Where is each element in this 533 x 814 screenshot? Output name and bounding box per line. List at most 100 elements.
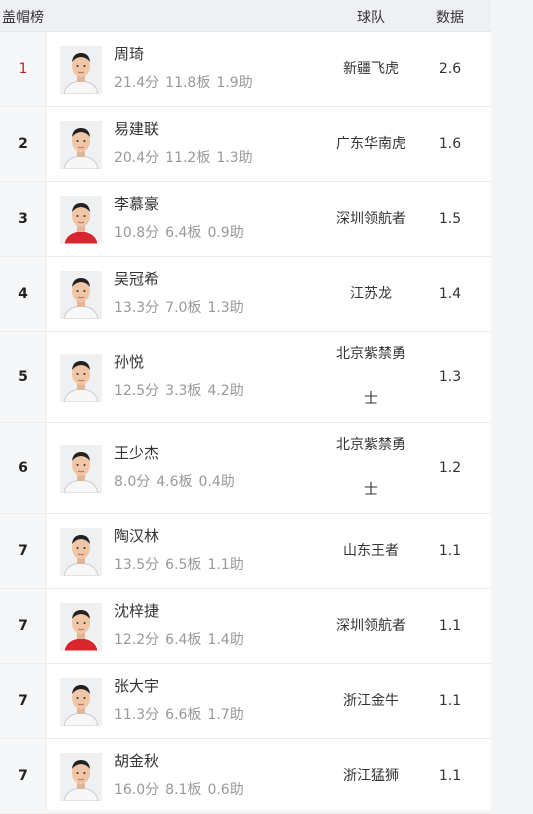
player-name[interactable]: 胡金秋 bbox=[114, 750, 159, 771]
player-averages: 12.2分 6.4板 1.4助 bbox=[114, 629, 250, 649]
blocks-per-game: 1.6 bbox=[438, 136, 462, 152]
table-header: 盖帽榜 球队 数据 bbox=[0, 0, 491, 32]
blocks-per-game: 1.1 bbox=[438, 768, 462, 784]
blocks-per-game: 1.4 bbox=[438, 286, 462, 302]
player-averages: 13.3分 7.0板 1.3助 bbox=[114, 297, 250, 317]
blocks-per-game: 1.1 bbox=[438, 618, 462, 634]
team-name[interactable]: 广东华南虎 bbox=[331, 122, 411, 167]
team-name[interactable]: 新疆飞虎 bbox=[331, 47, 411, 92]
rebounds-average: 11.2板 bbox=[165, 150, 211, 166]
points-average: 16.0分 bbox=[114, 782, 160, 798]
table-row[interactable]: 4 吴冠希 13.3分 7.0板 1.3助 江苏龙 1.4 bbox=[0, 257, 491, 332]
player-avatar[interactable] bbox=[60, 445, 102, 493]
rank-number: 7 bbox=[0, 739, 47, 813]
table-row[interactable]: 7 张大宇 11.3分 6.6板 1.7助 浙江金牛 1.1 bbox=[0, 664, 491, 739]
header-team-title: 球队 bbox=[357, 10, 385, 26]
player-name[interactable]: 王少杰 bbox=[114, 442, 159, 463]
team-name[interactable]: 深圳领航者 bbox=[331, 197, 411, 242]
rank-number: 7 bbox=[0, 589, 47, 663]
points-average: 8.0分 bbox=[114, 474, 151, 490]
rebounds-average: 6.4板 bbox=[165, 225, 202, 241]
rank-number: 7 bbox=[0, 514, 47, 588]
rebounds-average: 7.0板 bbox=[165, 300, 202, 316]
player-avatar[interactable] bbox=[60, 354, 102, 402]
team-name[interactable]: 深圳领航者 bbox=[331, 604, 411, 649]
points-average: 10.8分 bbox=[114, 225, 160, 241]
table-row[interactable]: 7 沈梓捷 12.2分 6.4板 1.4助 深圳领航者 1.1 bbox=[0, 589, 491, 664]
points-average: 12.2分 bbox=[114, 632, 160, 648]
table-row[interactable]: 5 孙悦 12.5分 3.3板 4.2助 北京紫禁勇士 1.3 bbox=[0, 332, 491, 423]
team-name[interactable]: 江苏龙 bbox=[331, 272, 411, 317]
rank-number: 5 bbox=[0, 332, 47, 422]
assists-average: 0.4助 bbox=[198, 474, 235, 490]
player-avatar[interactable] bbox=[60, 121, 102, 169]
header-stat-title: 数据 bbox=[436, 10, 464, 26]
assists-average: 4.2助 bbox=[207, 383, 244, 399]
player-name[interactable]: 周琦 bbox=[114, 43, 144, 64]
player-avatar[interactable] bbox=[60, 678, 102, 726]
player-averages: 11.3分 6.6板 1.7助 bbox=[114, 704, 250, 724]
player-avatar[interactable] bbox=[60, 271, 102, 319]
player-avatar[interactable] bbox=[60, 603, 102, 651]
points-average: 11.3分 bbox=[114, 707, 160, 723]
player-averages: 13.5分 6.5板 1.1助 bbox=[114, 554, 250, 574]
assists-average: 1.3助 bbox=[207, 300, 244, 316]
points-average: 20.4分 bbox=[114, 150, 160, 166]
rank-number: 6 bbox=[0, 423, 47, 513]
rebounds-average: 6.5板 bbox=[165, 557, 202, 573]
player-avatar[interactable] bbox=[60, 196, 102, 244]
player-name[interactable]: 张大宇 bbox=[114, 675, 159, 696]
rebounds-average: 3.3板 bbox=[165, 383, 202, 399]
player-averages: 21.4分 11.8板 1.9助 bbox=[114, 72, 259, 92]
player-name[interactable]: 沈梓捷 bbox=[114, 600, 159, 621]
table-row[interactable]: 7 胡金秋 16.0分 8.1板 0.6助 浙江猛狮 1.1 bbox=[0, 739, 491, 814]
player-name[interactable]: 孙悦 bbox=[114, 351, 144, 372]
assists-average: 1.3助 bbox=[216, 150, 253, 166]
rebounds-average: 11.8板 bbox=[165, 75, 211, 91]
assists-average: 1.7助 bbox=[207, 707, 244, 723]
player-avatar[interactable] bbox=[60, 528, 102, 576]
blocks-per-game: 1.2 bbox=[438, 460, 462, 476]
player-averages: 12.5分 3.3板 4.2助 bbox=[114, 380, 250, 400]
team-name[interactable]: 浙江猛狮 bbox=[331, 754, 411, 799]
player-name[interactable]: 易建联 bbox=[114, 118, 159, 139]
assists-average: 0.9助 bbox=[207, 225, 244, 241]
team-name[interactable]: 北京紫禁勇士 bbox=[331, 423, 411, 513]
rank-number: 2 bbox=[0, 107, 47, 181]
rebounds-average: 6.6板 bbox=[165, 707, 202, 723]
blocks-per-game: 2.6 bbox=[438, 61, 462, 77]
player-name[interactable]: 李慕豪 bbox=[114, 193, 159, 214]
blocks-per-game: 1.1 bbox=[438, 693, 462, 709]
points-average: 12.5分 bbox=[114, 383, 160, 399]
points-average: 21.4分 bbox=[114, 75, 160, 91]
team-name[interactable]: 北京紫禁勇士 bbox=[331, 332, 411, 422]
player-averages: 16.0分 8.1板 0.6助 bbox=[114, 779, 250, 799]
points-average: 13.3分 bbox=[114, 300, 160, 316]
player-averages: 10.8分 6.4板 0.9助 bbox=[114, 222, 250, 242]
table-row[interactable]: 2 易建联 20.4分 11.2板 1.3助 广东华南虎 1.6 bbox=[0, 107, 491, 182]
player-name[interactable]: 吴冠希 bbox=[114, 268, 159, 289]
player-name[interactable]: 陶汉林 bbox=[114, 525, 159, 546]
rebounds-average: 6.4板 bbox=[165, 632, 202, 648]
blocks-per-game: 1.1 bbox=[438, 543, 462, 559]
player-avatar[interactable] bbox=[60, 46, 102, 94]
player-averages: 20.4分 11.2板 1.3助 bbox=[114, 147, 259, 167]
table-row[interactable]: 3 李慕豪 10.8分 6.4板 0.9助 深圳领航者 1.5 bbox=[0, 182, 491, 257]
assists-average: 1.9助 bbox=[216, 75, 253, 91]
assists-average: 1.4助 bbox=[207, 632, 244, 648]
rebounds-average: 8.1板 bbox=[165, 782, 202, 798]
blocks-per-game: 1.3 bbox=[438, 369, 462, 385]
table-row[interactable]: 6 王少杰 8.0分 4.6板 0.4助 北京紫禁勇士 1.2 bbox=[0, 423, 491, 514]
rank-number: 3 bbox=[0, 182, 47, 256]
player-avatar[interactable] bbox=[60, 753, 102, 801]
rank-number: 7 bbox=[0, 664, 47, 738]
rebounds-average: 4.6板 bbox=[156, 474, 193, 490]
assists-average: 1.1助 bbox=[207, 557, 244, 573]
team-name[interactable]: 山东王者 bbox=[331, 529, 411, 574]
table-row[interactable]: 7 陶汉林 13.5分 6.5板 1.1助 山东王者 1.1 bbox=[0, 514, 491, 589]
header-rank-title: 盖帽榜 bbox=[2, 10, 44, 26]
blocks-per-game: 1.5 bbox=[438, 211, 462, 227]
team-name[interactable]: 浙江金牛 bbox=[331, 679, 411, 724]
blocks-leaderboard: 盖帽榜 球队 数据 1 周琦 21.4分 11.8板 1.9助 新疆飞虎 2.6 2 易建联 20… bbox=[0, 0, 491, 814]
table-row[interactable]: 1 周琦 21.4分 11.8板 1.9助 新疆飞虎 2.6 bbox=[0, 32, 491, 107]
